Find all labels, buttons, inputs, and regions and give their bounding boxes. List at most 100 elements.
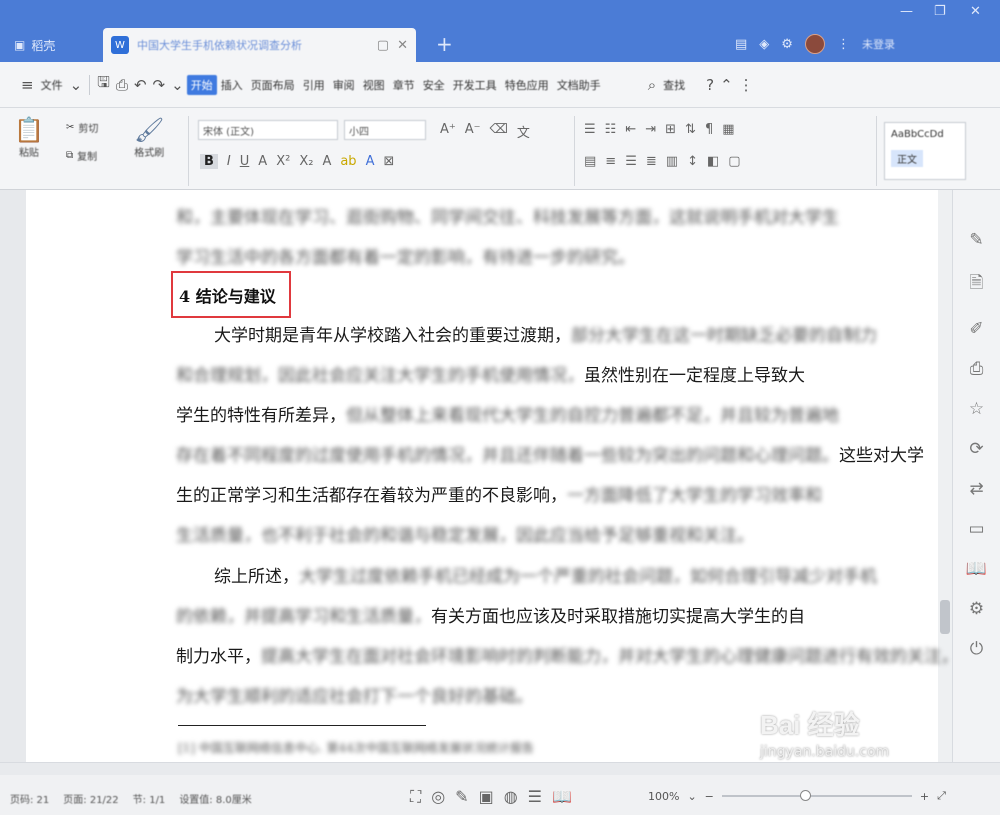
strikethrough-icon[interactable]: A	[258, 154, 267, 169]
clear-format-icon[interactable]: ⌫	[490, 122, 508, 141]
document-icon[interactable]: 🗎	[970, 270, 984, 299]
menu-search[interactable]: 查找	[659, 77, 689, 93]
grow-font-icon[interactable]: A⁺	[440, 122, 456, 141]
distributed-icon[interactable]: ▥	[666, 154, 678, 169]
font-color-icon[interactable]: A	[366, 154, 375, 169]
print-icon[interactable]: ⎙	[113, 76, 131, 94]
reading-view-icon[interactable]: 📖	[552, 787, 572, 807]
status-pages[interactable]: 页面: 21/22	[63, 791, 118, 806]
fullscreen-icon[interactable]: ⤢	[937, 789, 946, 803]
save-icon[interactable]: 🖫	[94, 72, 113, 97]
zoom-slider[interactable]	[721, 790, 912, 801]
menu-developer[interactable]: 开发工具	[449, 77, 501, 93]
chevron-down-icon[interactable]: ⌄	[67, 76, 86, 94]
italic-icon[interactable]: I	[227, 154, 231, 169]
book-icon[interactable]: 📖	[966, 559, 987, 579]
section-heading[interactable]: 4 结论与建议	[171, 271, 291, 318]
collapse-icon[interactable]: ⌃	[717, 76, 736, 94]
chinese-layout-icon[interactable]: ⊞	[665, 122, 676, 137]
scroll-thumb[interactable]	[940, 600, 950, 634]
star-icon[interactable]: ☆	[969, 399, 984, 419]
numbering-icon[interactable]: ☷	[605, 122, 617, 137]
tab-document[interactable]: W 中国大学生手机依赖状况调查分析 ▢ ✕	[103, 28, 416, 62]
zoom-level[interactable]: 100%	[648, 790, 679, 803]
char-border-icon[interactable]: ⊠	[383, 154, 394, 169]
border-icon[interactable]: ▢	[728, 154, 740, 169]
menu-icon[interactable]: ≡	[18, 76, 37, 94]
outline-view-icon[interactable]: ☰	[528, 787, 542, 807]
pen-icon[interactable]: ✎	[455, 787, 468, 807]
menu-start[interactable]: 开始	[186, 74, 217, 95]
chevron-down-icon[interactable]: ⌄	[168, 76, 187, 94]
menu-insert[interactable]: 插入	[217, 77, 247, 93]
sort-icon[interactable]: ⇅	[685, 122, 696, 137]
horizontal-scrollbar[interactable]	[0, 763, 1000, 775]
menu-view[interactable]: 视图	[359, 77, 389, 93]
search-icon[interactable]: ⌕	[645, 76, 659, 94]
zoom-out-icon[interactable]: −	[705, 790, 714, 803]
brush-icon[interactable]: ✐	[969, 319, 983, 339]
document-page[interactable]	[26, 190, 938, 762]
protect-icon[interactable]: ◎	[431, 787, 445, 807]
status-setting[interactable]: 设置值: 8.0厘米	[179, 791, 251, 806]
edit-icon[interactable]: ✎	[969, 230, 983, 250]
format-painter-button[interactable]: 🖌 格式刷	[134, 116, 164, 159]
subscript-icon[interactable]: X₂	[299, 154, 313, 169]
shading-icon[interactable]: ◧	[707, 154, 719, 169]
menu-references[interactable]: 引用	[299, 77, 329, 93]
menu-review[interactable]: 审阅	[329, 77, 359, 93]
table-icon[interactable]: ▦	[722, 122, 734, 137]
line-spacing-icon[interactable]: ↕	[687, 154, 698, 169]
layout-icon[interactable]: ▤	[735, 37, 747, 52]
close-tab-icon[interactable]: ✕	[397, 38, 408, 53]
copy-button[interactable]: ⧉ 复制	[66, 148, 97, 163]
paste-button[interactable]: 📋 粘贴	[14, 116, 44, 159]
decrease-indent-icon[interactable]: ⇤	[625, 122, 636, 137]
menu-features[interactable]: 特色应用	[501, 77, 553, 93]
align-justify-icon[interactable]: ▤	[584, 154, 596, 169]
chevron-down-icon[interactable]: ⌄	[687, 790, 696, 803]
superscript-icon[interactable]: X²	[276, 154, 290, 169]
printer-icon[interactable]: ⎙	[970, 359, 984, 379]
align-right-icon[interactable]: ≣	[646, 154, 657, 169]
refresh-icon[interactable]: ⟳	[969, 439, 983, 459]
translate-icon[interactable]: ⇄	[969, 479, 983, 499]
restore-tab-icon[interactable]: ▢	[377, 38, 389, 53]
increase-indent-icon[interactable]: ⇥	[645, 122, 656, 137]
more-icon[interactable]: ⋮	[736, 76, 757, 94]
highlight-icon[interactable]: ab	[340, 154, 356, 169]
menu-file[interactable]: 文件	[37, 77, 67, 93]
show-marks-icon[interactable]: ¶	[705, 122, 713, 137]
bullets-icon[interactable]: ☰	[584, 122, 596, 137]
login-label[interactable]: 未登录	[862, 36, 895, 52]
zoom-in-icon[interactable]: +	[920, 790, 929, 803]
status-page[interactable]: 页码: 21	[10, 791, 49, 806]
avatar[interactable]	[804, 34, 825, 54]
new-tab-button[interactable]: +	[436, 32, 453, 56]
status-section[interactable]: 节: 1/1	[133, 791, 166, 806]
page-view-icon[interactable]: ▣	[479, 787, 494, 807]
bold-icon[interactable]: B	[200, 154, 218, 169]
fit-screen-icon[interactable]: ⛶	[410, 787, 421, 807]
zoom-knob[interactable]	[799, 790, 811, 801]
font-effect-icon[interactable]: A	[322, 154, 331, 169]
gear-icon[interactable]: ⚙	[969, 599, 984, 619]
help-icon[interactable]: ?	[703, 76, 717, 94]
tab-home[interactable]: ▣ 稻壳	[0, 28, 96, 62]
menu-assistant[interactable]: 文档助手	[553, 77, 605, 93]
shrink-font-icon[interactable]: A⁻	[465, 122, 481, 141]
maximize-icon[interactable]: ❐	[934, 4, 946, 19]
web-view-icon[interactable]: ◍	[504, 787, 518, 807]
underline-icon[interactable]: U	[240, 154, 250, 169]
style-gallery[interactable]: AaBbCcDd 正文	[884, 122, 966, 180]
settings-icon[interactable]: ⚙	[781, 37, 793, 52]
redo-icon[interactable]: ↷	[150, 76, 169, 94]
style-normal[interactable]: 正文	[891, 150, 923, 167]
menu-layout[interactable]: 页面布局	[247, 77, 299, 93]
align-center-icon[interactable]: ☰	[625, 154, 637, 169]
minimize-icon[interactable]: —	[900, 4, 913, 19]
cut-button[interactable]: ✂ 剪切	[66, 120, 98, 135]
menu-chapter[interactable]: 章节	[389, 77, 419, 93]
pinyin-icon[interactable]: 文	[517, 122, 530, 141]
font-name-select[interactable]: 宋体 (正文)	[198, 120, 338, 140]
